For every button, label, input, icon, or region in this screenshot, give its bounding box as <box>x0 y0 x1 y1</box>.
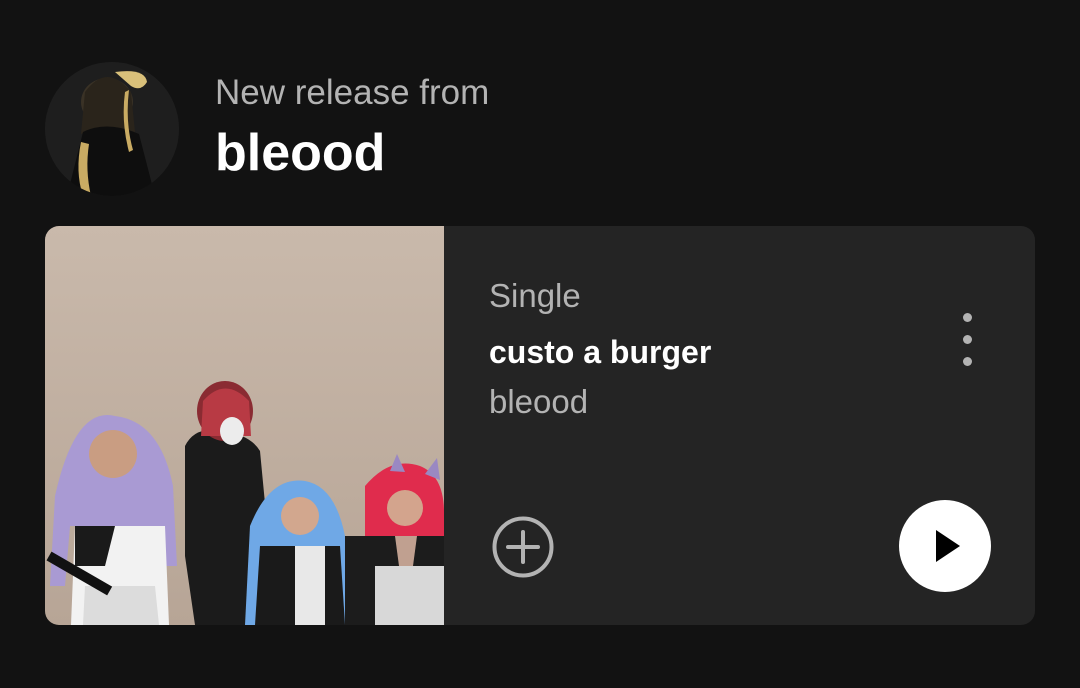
artist-avatar[interactable] <box>45 62 179 196</box>
play-icon <box>936 530 960 562</box>
release-card[interactable]: Single custo a burger bleood <box>45 226 1035 625</box>
add-circle-icon <box>492 516 554 578</box>
more-options-button[interactable] <box>947 306 987 372</box>
more-vertical-icon <box>962 312 972 322</box>
header-text: New release from bleood <box>215 73 489 185</box>
album-cover[interactable] <box>45 226 444 625</box>
screen: New release from bleood Single custo a b… <box>0 0 1080 688</box>
album-cover-image <box>45 226 444 625</box>
play-button[interactable] <box>899 500 991 592</box>
release-header: New release from bleood <box>45 62 489 196</box>
more-vertical-icon-dot <box>962 356 972 366</box>
header-artist-name[interactable]: bleood <box>215 121 489 185</box>
header-label: New release from <box>215 73 490 112</box>
track-artist[interactable]: bleood <box>489 382 711 422</box>
artist-avatar-image <box>45 62 179 196</box>
track-title[interactable]: custo a burger <box>489 332 711 372</box>
more-vertical-icon-dot <box>962 334 972 344</box>
release-type: Single <box>489 277 581 314</box>
add-to-library-button[interactable] <box>491 515 555 579</box>
release-info: Single custo a burger bleood <box>489 276 711 422</box>
